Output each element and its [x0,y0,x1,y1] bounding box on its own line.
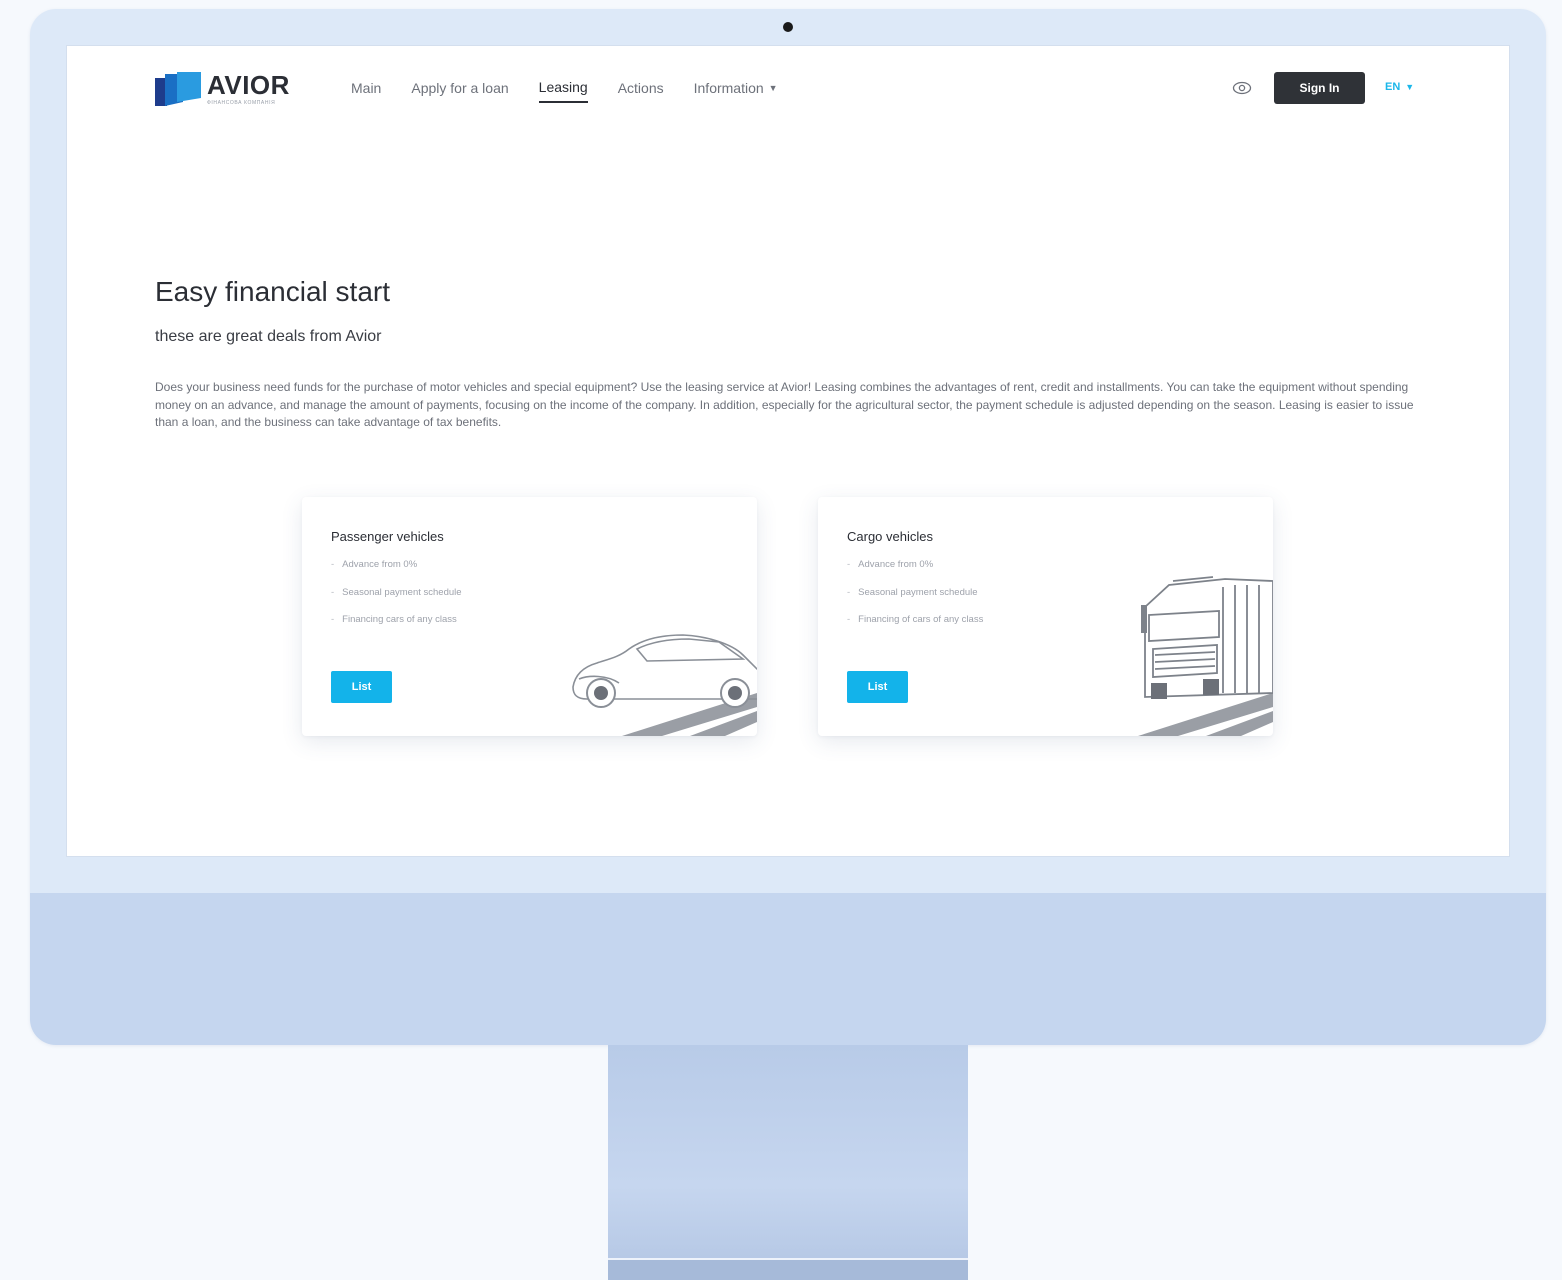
feature-item: Seasonal payment schedule [847,587,983,615]
nav-label: Apply for a loan [411,80,509,96]
nav-item-main[interactable]: Main [351,79,381,103]
truck-illustration [1138,576,1273,736]
car-illustration [572,634,757,736]
page-description: Does your business need funds for the pu… [155,380,1414,429]
card-feature-list: Advance from 0% Seasonal payment schedul… [847,559,983,642]
language-selector[interactable]: EN ▼ [1385,81,1414,93]
monitor-stand-base [608,1258,968,1280]
chevron-down-icon: ▼ [1405,82,1415,92]
nav-item-information[interactable]: Information ▼ [694,79,778,103]
card-passenger-vehicles: Passenger vehicles Advance from 0% Seaso… [302,497,757,736]
chevron-down-icon: ▼ [768,83,778,93]
feature-item: Advance from 0% [847,559,983,587]
brand-tagline: ФІНАНСОВА КОМПАНІЯ [207,100,276,106]
page-subtitle: these are great deals from Avior [155,328,382,345]
main-nav: Main Apply for a loan Leasing Actions In… [351,79,808,103]
list-button[interactable]: List [847,671,908,703]
monitor-frame: AVIOR ФІНАНСОВА КОМПАНІЯ Main Apply for … [30,9,1546,1045]
feature-item: Financing cars of any class [331,614,462,642]
nav-item-apply-for-loan[interactable]: Apply for a loan [411,79,508,103]
camera-dot [783,22,793,32]
page-title: Easy financial start [155,276,390,307]
card-cargo-vehicles: Cargo vehicles Advance from 0% Seasonal … [818,497,1273,736]
feature-item: Seasonal payment schedule [331,587,461,615]
site-header: AVIOR ФІНАНСОВА КОМПАНІЯ Main Apply for … [67,46,1509,136]
card-title: Cargo vehicles [847,529,933,544]
nav-label: Main [351,80,382,96]
nav-item-actions[interactable]: Actions [618,79,664,103]
nav-label: Information [693,80,764,96]
sign-in-button[interactable]: Sign In [1274,72,1365,104]
nav-label: Actions [617,80,664,96]
feature-item: Financing of cars of any class [847,614,983,642]
brand-name: AVIOR [207,70,290,100]
nav-label: Leasing [538,79,588,95]
language-label: EN [1385,81,1401,93]
card-feature-list: Advance from 0% Seasonal payment schedul… [331,559,462,642]
monitor-chin [30,893,1546,1045]
nav-item-leasing[interactable]: Leasing [538,79,588,103]
card-title: Passenger vehicles [331,529,444,544]
list-button[interactable]: List [331,671,392,703]
eye-icon[interactable] [1232,80,1252,96]
feature-item: Advance from 0% [331,559,462,587]
browser-screen: AVIOR ФІНАНСОВА КОМПАНІЯ Main Apply for … [67,46,1509,856]
logo-mark-icon [155,72,201,106]
avior-logo[interactable]: AVIOR ФІНАНСОВА КОМПАНІЯ [155,70,289,108]
monitor-stand [608,1045,968,1280]
